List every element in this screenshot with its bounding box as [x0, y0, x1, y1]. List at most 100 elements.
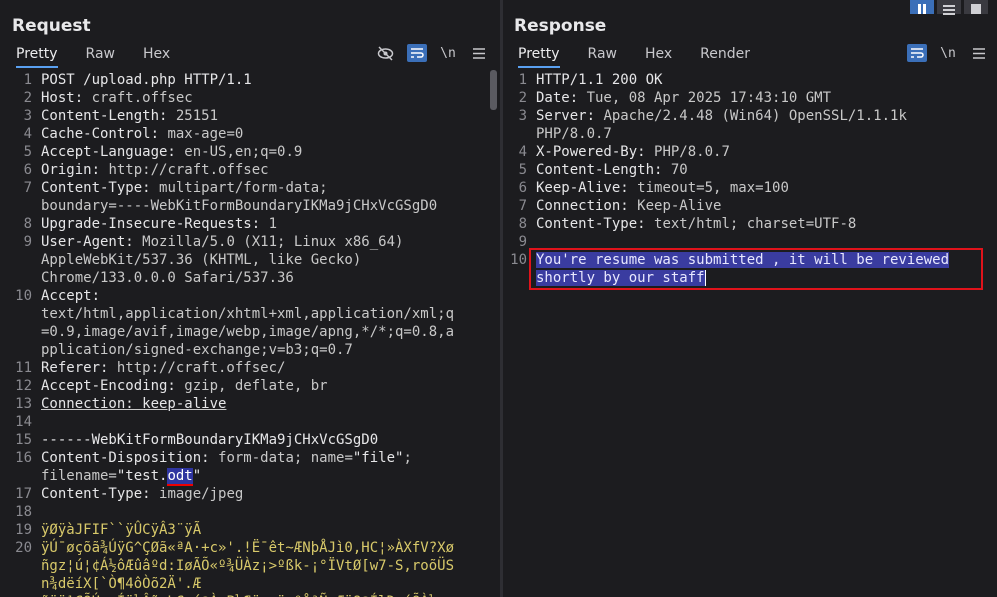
- tab-pretty[interactable]: Pretty: [16, 44, 58, 68]
- code-token: text/html; charset=UTF-8: [654, 216, 857, 232]
- code-token: 70: [670, 162, 688, 178]
- code-line: text/html,application/xhtml+xml,applicat…: [0, 305, 490, 323]
- code-token: Origin:: [41, 162, 109, 178]
- line-number: 11: [15, 360, 32, 376]
- code-token: Content-Type:: [536, 216, 655, 232]
- code-token: Content-Length:: [536, 162, 671, 178]
- line-text: Cache-Control: max-age=0: [41, 125, 243, 143]
- response-editor[interactable]: 1 HTTP/1.1 200 OK 2 Date: Tue, 08 Apr 2025 …: [503, 71, 995, 597]
- line-text: POST /upload.php HTTP/1.1: [41, 71, 252, 89]
- code-token: POST /upload.php HTTP/1.1: [41, 72, 252, 88]
- code-line: 7 Content-Type: multipart/form-data;: [0, 179, 490, 197]
- code-token: http://craft.offsec/: [116, 360, 286, 376]
- eye-slash-icon[interactable]: [375, 44, 395, 62]
- line-text: Chrome/133.0.0.0 Safari/537.36: [41, 269, 294, 287]
- response-panel: Response Pretty Raw Hex Render \n 1 HTTP/…: [503, 0, 997, 597]
- request-panel: Request Pretty Raw Hex \n 1 POST /upload.…: [0, 0, 500, 597]
- code-token: Content-Length:: [41, 108, 176, 124]
- code-line: 1 HTTP/1.1 200 OK: [503, 71, 995, 89]
- code-line: 2 Date: Tue, 08 Apr 2025 17:43:10 GMT: [503, 89, 995, 107]
- hamburger-menu-icon[interactable]: [469, 44, 489, 62]
- code-token: Cache-Control:: [41, 126, 168, 142]
- code-line: pplication/signed-exchange;v=b3;q=0.7: [0, 341, 490, 359]
- line-number: 3: [23, 108, 32, 124]
- line-text: text/html,application/xhtml+xml,applicat…: [41, 305, 454, 323]
- code-token: ñgz¦ú¦¢Á½ôÆûâºd:IøÃÕ«º¾ÜÀz¡>ºßk-¡°ÏVtØ[w…: [41, 558, 455, 574]
- code-token: Connection:: [536, 198, 638, 214]
- single-pane-icon[interactable]: [964, 0, 988, 14]
- code-line: PHP/8.0.7: [503, 125, 995, 143]
- code-token: =0.9,image/avif,image/webp,image/apng,*/…: [41, 324, 455, 340]
- line-text: HTTP/1.1 200 OK: [536, 71, 662, 89]
- split-horizontal-icon[interactable]: [937, 0, 961, 15]
- code-token: Content-Type:: [41, 180, 160, 196]
- code-line: 3 Content-Length: 25151: [0, 107, 490, 125]
- line-text: =0.9,image/avif,image/webp,image/apng,*/…: [41, 323, 454, 341]
- line-text: Referer: http://craft.offsec/: [41, 359, 285, 377]
- code-token: max-age=0: [167, 126, 244, 142]
- request-editor[interactable]: 1 POST /upload.php HTTP/1.1 2 Host: craft.o…: [0, 71, 490, 597]
- line-text: Content-Length: 70: [536, 161, 688, 179]
- tab-pretty[interactable]: Pretty: [518, 44, 560, 68]
- code-token: Keep-Alive: [637, 198, 722, 214]
- code-token: "test.: [116, 468, 168, 484]
- wrap-lines-icon[interactable]: [407, 44, 427, 62]
- line-number: 5: [23, 144, 32, 160]
- request-scrollbar[interactable]: [490, 70, 497, 110]
- code-token: en-US,en;q=0.9: [184, 144, 303, 160]
- code-line: 20 ÿÚ¯øçõã¾ÚÿG^ÇØã«ªA·+c»'.!Ë¯êt~ÆNþÅJì0,…: [0, 539, 490, 557]
- response-tabs: Pretty Raw Hex Render: [518, 44, 778, 68]
- code-line: Chrome/133.0.0.0 Safari/537.36: [0, 269, 490, 287]
- code-token: Host:: [41, 90, 92, 106]
- line-text: Content-Type: multipart/form-data;: [41, 179, 328, 197]
- newline-toggle[interactable]: \n: [938, 44, 958, 62]
- code-line: 2 Host: craft.offsec: [0, 89, 490, 107]
- code-token: PHP/8.0.7: [654, 144, 730, 160]
- code-line: 19 ÿØÿàJFIF``ÿÛCÿÂ3¨ÿÃ: [0, 521, 490, 539]
- line-text: pplication/signed-exchange;v=b3;q=0.7: [41, 341, 353, 359]
- code-token: Accept-Encoding:: [41, 378, 185, 394]
- code-line: 3 Server: Apache/2.4.48 (Win64) OpenSSL/1…: [503, 107, 995, 125]
- code-token: Date:: [536, 90, 587, 106]
- line-number: 13: [15, 396, 32, 412]
- line-text: n¾dëíX[`Ò¶4ôÒõ2Ä'.Æ: [41, 575, 201, 593]
- code-line: filename="test.odt": [0, 467, 490, 486]
- newline-toggle[interactable]: \n: [438, 44, 458, 62]
- code-token: Content-Type:: [41, 486, 160, 502]
- highlight-box: [529, 248, 983, 290]
- code-token: Tue, 08 Apr 2025 17:43:10 GMT: [586, 90, 832, 106]
- line-text: PHP/8.0.7: [536, 125, 612, 143]
- code-line: 4 X-Powered-By: PHP/8.0.7: [503, 143, 995, 161]
- tab-hex[interactable]: Hex: [645, 44, 672, 66]
- tab-raw[interactable]: Raw: [86, 44, 115, 66]
- code-token: odt: [167, 468, 193, 486]
- hamburger-menu-icon[interactable]: [969, 44, 989, 62]
- tab-hex[interactable]: Hex: [143, 44, 170, 66]
- code-line: 13 Connection: keep-alive: [0, 395, 490, 413]
- line-text: boundary=----WebKitFormBoundaryIKMa9jCHx…: [41, 197, 437, 215]
- code-line: 6 Origin: http://craft.offsec: [0, 161, 490, 179]
- split-vertical-icon[interactable]: [910, 0, 934, 14]
- wrap-lines-icon[interactable]: [907, 44, 927, 62]
- code-token: ÿÚ¯øçõã¾ÚÿG^ÇØã«ªA·+c»'.!Ë¯êt~ÆNþÅJì0,HC…: [41, 540, 455, 556]
- tab-render[interactable]: Render: [700, 44, 750, 66]
- line-number: 4: [518, 144, 527, 160]
- line-number: 7: [23, 180, 32, 196]
- line-number: 10: [15, 288, 32, 304]
- code-token: HTTP/1.1 200 OK: [536, 72, 663, 88]
- code-line: 8 Content-Type: text/html; charset=UTF-8: [503, 215, 995, 233]
- tab-raw[interactable]: Raw: [588, 44, 617, 66]
- code-line: 12 Accept-Encoding: gzip, deflate, br: [0, 377, 490, 395]
- code-token: image/jpeg: [159, 486, 244, 502]
- code-token: Keep-Alive:: [536, 180, 638, 196]
- line-number: 1: [518, 72, 527, 88]
- line-number: 16: [15, 450, 32, 466]
- code-token: gzip, deflate, br: [184, 378, 328, 394]
- code-token: X-Powered-By:: [536, 144, 655, 160]
- code-token: ;: [403, 450, 412, 466]
- code-line: 6 Keep-Alive: timeout=5, max=100: [503, 179, 995, 197]
- code-token: ÿØÿàJFIF``ÿÛCÿÂ3¨ÿÃ: [41, 522, 202, 538]
- code-line: =0.9,image/avif,image/webp,image/apng,*/…: [0, 323, 490, 341]
- line-text: Content-Type: image/jpeg: [41, 485, 243, 503]
- line-text: Accept-Language: en-US,en;q=0.9: [41, 143, 302, 161]
